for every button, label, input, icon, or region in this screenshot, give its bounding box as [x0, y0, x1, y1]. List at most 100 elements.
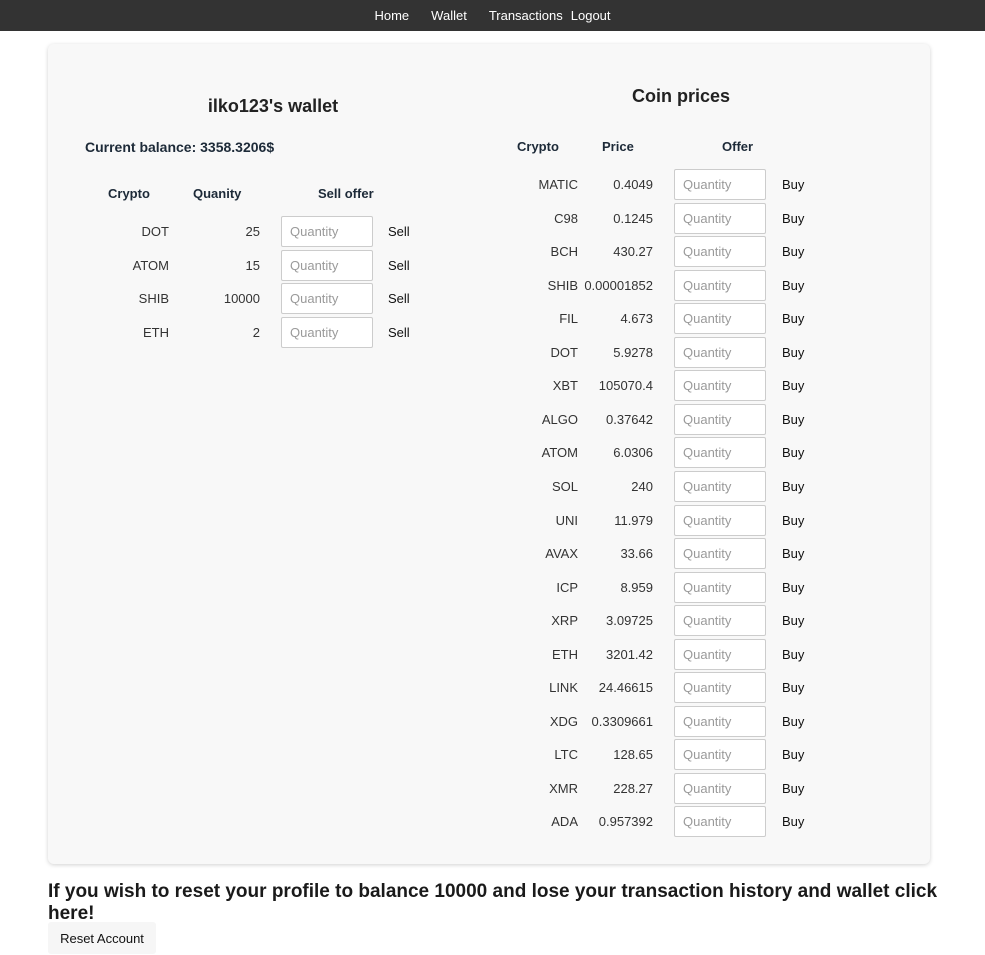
price-row-symbol: XBT — [552, 378, 578, 394]
price-row: C98 0.1245 Buy — [48, 202, 928, 235]
price-row: ETH 3201.42 Buy — [48, 638, 928, 671]
price-row-price: 0.37642 — [606, 411, 653, 427]
price-row-symbol: DOT — [550, 344, 578, 360]
main-card: ilko123's wallet Current balance: 3358.3… — [48, 44, 930, 864]
prices-header-offer: Offer — [722, 139, 754, 154]
buy-quantity-input[interactable] — [674, 571, 766, 603]
wallet-title: ilko123's wallet — [207, 96, 339, 116]
price-row: MATIC 0.4049 Buy — [48, 169, 928, 201]
price-row-symbol: ADA — [551, 814, 578, 830]
price-row: SHIB 0.00001852 Buy — [48, 269, 928, 302]
price-row-price: 3201.42 — [606, 646, 653, 662]
buy-quantity-input[interactable] — [674, 739, 766, 771]
buy-button[interactable]: Buy — [782, 747, 804, 762]
price-row: ADA 0.957392 Buy — [48, 806, 928, 838]
buy-button[interactable]: Buy — [782, 177, 804, 192]
buy-button[interactable]: Buy — [782, 412, 804, 427]
prices-header-price: Price — [602, 139, 634, 154]
buy-button[interactable]: Buy — [782, 445, 804, 460]
buy-button[interactable]: Buy — [782, 378, 804, 393]
buy-button[interactable]: Buy — [782, 814, 804, 829]
buy-quantity-input[interactable] — [674, 638, 766, 670]
price-row-symbol: MATIC — [538, 177, 578, 192]
price-row: ATOM 6.0306 Buy — [48, 437, 928, 469]
price-row-symbol: ALGO — [541, 411, 578, 427]
price-row-symbol: AVAX — [545, 546, 578, 562]
price-row: ICP 8.959 Buy — [48, 571, 928, 604]
buy-quantity-input[interactable] — [674, 504, 766, 536]
price-row-price: 0.957392 — [598, 814, 653, 830]
price-row: LINK 24.46615 Buy — [48, 672, 928, 704]
price-row: BCH 430.27 Buy — [48, 236, 928, 268]
buy-quantity-input[interactable] — [674, 605, 766, 637]
buy-quantity-input[interactable] — [674, 336, 766, 368]
price-row-symbol: LTC — [554, 747, 578, 763]
price-row: XMR 228.27 Buy — [48, 772, 928, 805]
buy-quantity-input[interactable] — [674, 437, 766, 469]
price-row-symbol: FIL — [559, 311, 578, 327]
price-row: LTC 128.65 Buy — [48, 739, 928, 771]
price-row-symbol: UNI — [555, 512, 578, 528]
price-row-price: 0.00001852 — [584, 277, 653, 293]
buy-button[interactable]: Buy — [782, 714, 804, 729]
nav-wallet[interactable]: Wallet — [420, 0, 478, 31]
buy-button[interactable]: Buy — [782, 781, 804, 796]
price-row-symbol: LINK — [549, 680, 578, 696]
buy-quantity-input[interactable] — [674, 269, 766, 301]
price-row: XBT 105070.4 Buy — [48, 370, 928, 402]
price-row-price: 0.4049 — [613, 177, 653, 192]
price-row-price: 3.09725 — [606, 613, 653, 629]
buy-button[interactable]: Buy — [782, 345, 804, 360]
price-row-symbol: XRP — [551, 613, 578, 629]
price-row-price: 11.979 — [614, 512, 653, 528]
buy-quantity-input[interactable] — [674, 403, 766, 435]
buy-button[interactable]: Buy — [782, 513, 804, 528]
buy-button[interactable]: Buy — [782, 211, 804, 226]
price-row-price: 105070.4 — [598, 378, 653, 394]
buy-button[interactable]: Buy — [782, 613, 804, 628]
price-row: DOT 5.9278 Buy — [48, 336, 928, 369]
price-row-symbol: ETH — [552, 646, 578, 662]
buy-quantity-input[interactable] — [674, 236, 766, 268]
buy-quantity-input[interactable] — [674, 538, 766, 570]
prices-header-crypto: Crypto — [517, 139, 559, 154]
price-row-price: 240 — [631, 478, 653, 494]
price-row: UNI 11.979 Buy — [48, 504, 928, 537]
buy-button[interactable]: Buy — [782, 278, 804, 293]
price-row-price: 228.27 — [613, 780, 653, 796]
buy-button[interactable]: Buy — [782, 546, 804, 561]
nav-logout[interactable]: Logout — [567, 0, 622, 31]
price-row-symbol: ICP — [556, 579, 578, 595]
buy-quantity-input[interactable] — [674, 202, 766, 234]
buy-quantity-input[interactable] — [674, 705, 766, 737]
price-row: XRP 3.09725 Buy — [48, 605, 928, 637]
buy-quantity-input[interactable] — [674, 303, 766, 335]
buy-button[interactable]: Buy — [782, 680, 804, 695]
buy-button[interactable]: Buy — [782, 580, 804, 595]
price-row-symbol: ATOM — [541, 445, 578, 461]
price-row-price: 6.0306 — [613, 445, 653, 461]
price-row: FIL 4.673 Buy — [48, 303, 928, 335]
price-row-symbol: XDG — [549, 713, 578, 729]
buy-button[interactable]: Buy — [782, 244, 804, 259]
coin-prices-title: Coin prices — [631, 86, 731, 106]
price-row-symbol: BCH — [550, 244, 578, 260]
buy-quantity-input[interactable] — [674, 169, 766, 200]
current-balance: Current balance: 3358.3206$ — [85, 139, 275, 155]
buy-quantity-input[interactable] — [674, 772, 766, 804]
buy-quantity-input[interactable] — [674, 672, 766, 704]
price-row-price: 33.66 — [620, 546, 653, 562]
price-row-price: 24.46615 — [598, 680, 653, 696]
price-row-price: 5.9278 — [613, 344, 653, 360]
reset-account-button[interactable]: Reset Account — [48, 922, 156, 954]
buy-quantity-input[interactable] — [674, 470, 766, 502]
reset-message: If you wish to reset your profile to bal… — [48, 881, 938, 924]
buy-button[interactable]: Buy — [782, 647, 804, 662]
buy-quantity-input[interactable] — [674, 806, 766, 838]
buy-button[interactable]: Buy — [782, 311, 804, 326]
nav-home[interactable]: Home — [363, 0, 420, 31]
price-row: ALGO 0.37642 Buy — [48, 403, 928, 436]
buy-quantity-input[interactable] — [674, 370, 766, 402]
nav-transactions[interactable]: Transactions — [478, 0, 567, 31]
buy-button[interactable]: Buy — [782, 479, 804, 494]
